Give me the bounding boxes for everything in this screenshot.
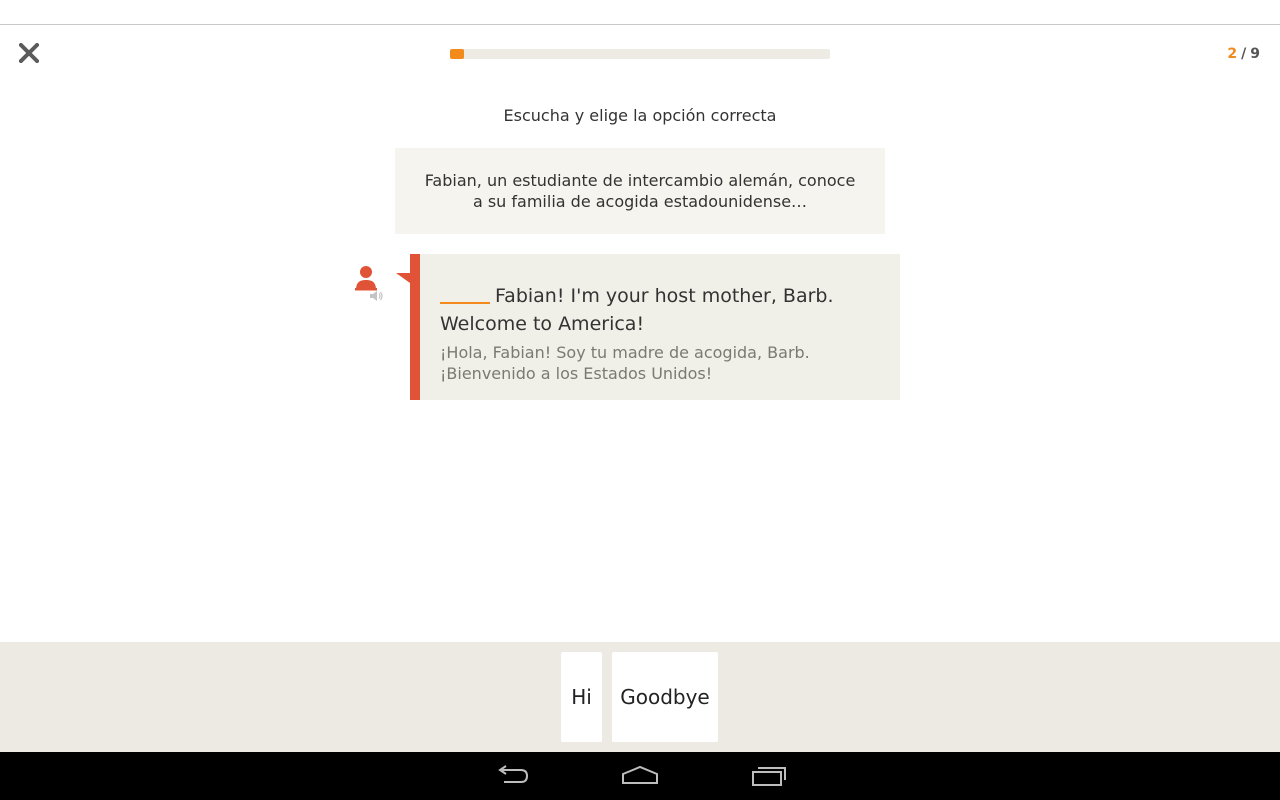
counter-total: 9	[1250, 46, 1260, 62]
answer-option-label: Goodbye	[620, 685, 710, 709]
speaker-avatar[interactable]	[352, 262, 386, 306]
nav-recents-button[interactable]	[745, 760, 793, 792]
close-icon	[19, 43, 39, 63]
status-strip	[0, 0, 1280, 25]
answer-bar: Hi Goodbye	[0, 642, 1280, 752]
back-icon	[498, 765, 529, 783]
answer-option-hi[interactable]: Hi	[561, 652, 602, 742]
progress-fill	[450, 49, 465, 59]
dialog-english-text: Fabian! I'm your host mother, Barb. Welc…	[440, 285, 834, 335]
dialog-pointer	[396, 273, 410, 283]
dialog-translation: ¡Hola, Fabian! Soy tu madre de acogida, …	[440, 343, 810, 383]
speaker-icon	[370, 291, 383, 301]
counter-separator: /	[1241, 46, 1247, 62]
context-box: Fabian, un estudiante de intercambio ale…	[395, 148, 885, 234]
context-text: Fabian, un estudiante de intercambio ale…	[424, 171, 856, 211]
dialog-bubble: Fabian! I'm your host mother, Barb. Welc…	[410, 254, 900, 400]
recents-icon	[752, 767, 786, 786]
question-counter: 2 / 9	[1227, 45, 1260, 63]
answer-blank	[440, 284, 490, 304]
instruction-text: Escucha y elige la opción correcta	[503, 106, 777, 125]
system-nav-bar	[0, 752, 1280, 800]
answer-option-label: Hi	[571, 685, 592, 709]
nav-home-button[interactable]	[616, 760, 664, 792]
answer-option-goodbye[interactable]: Goodbye	[612, 652, 718, 742]
home-icon	[622, 765, 658, 784]
counter-current: 2	[1227, 46, 1238, 62]
nav-back-button[interactable]	[488, 760, 536, 792]
close-button[interactable]	[14, 38, 44, 68]
progress-bar	[450, 49, 830, 59]
dialog-english: Fabian! I'm your host mother, Barb. Welc…	[440, 282, 880, 338]
